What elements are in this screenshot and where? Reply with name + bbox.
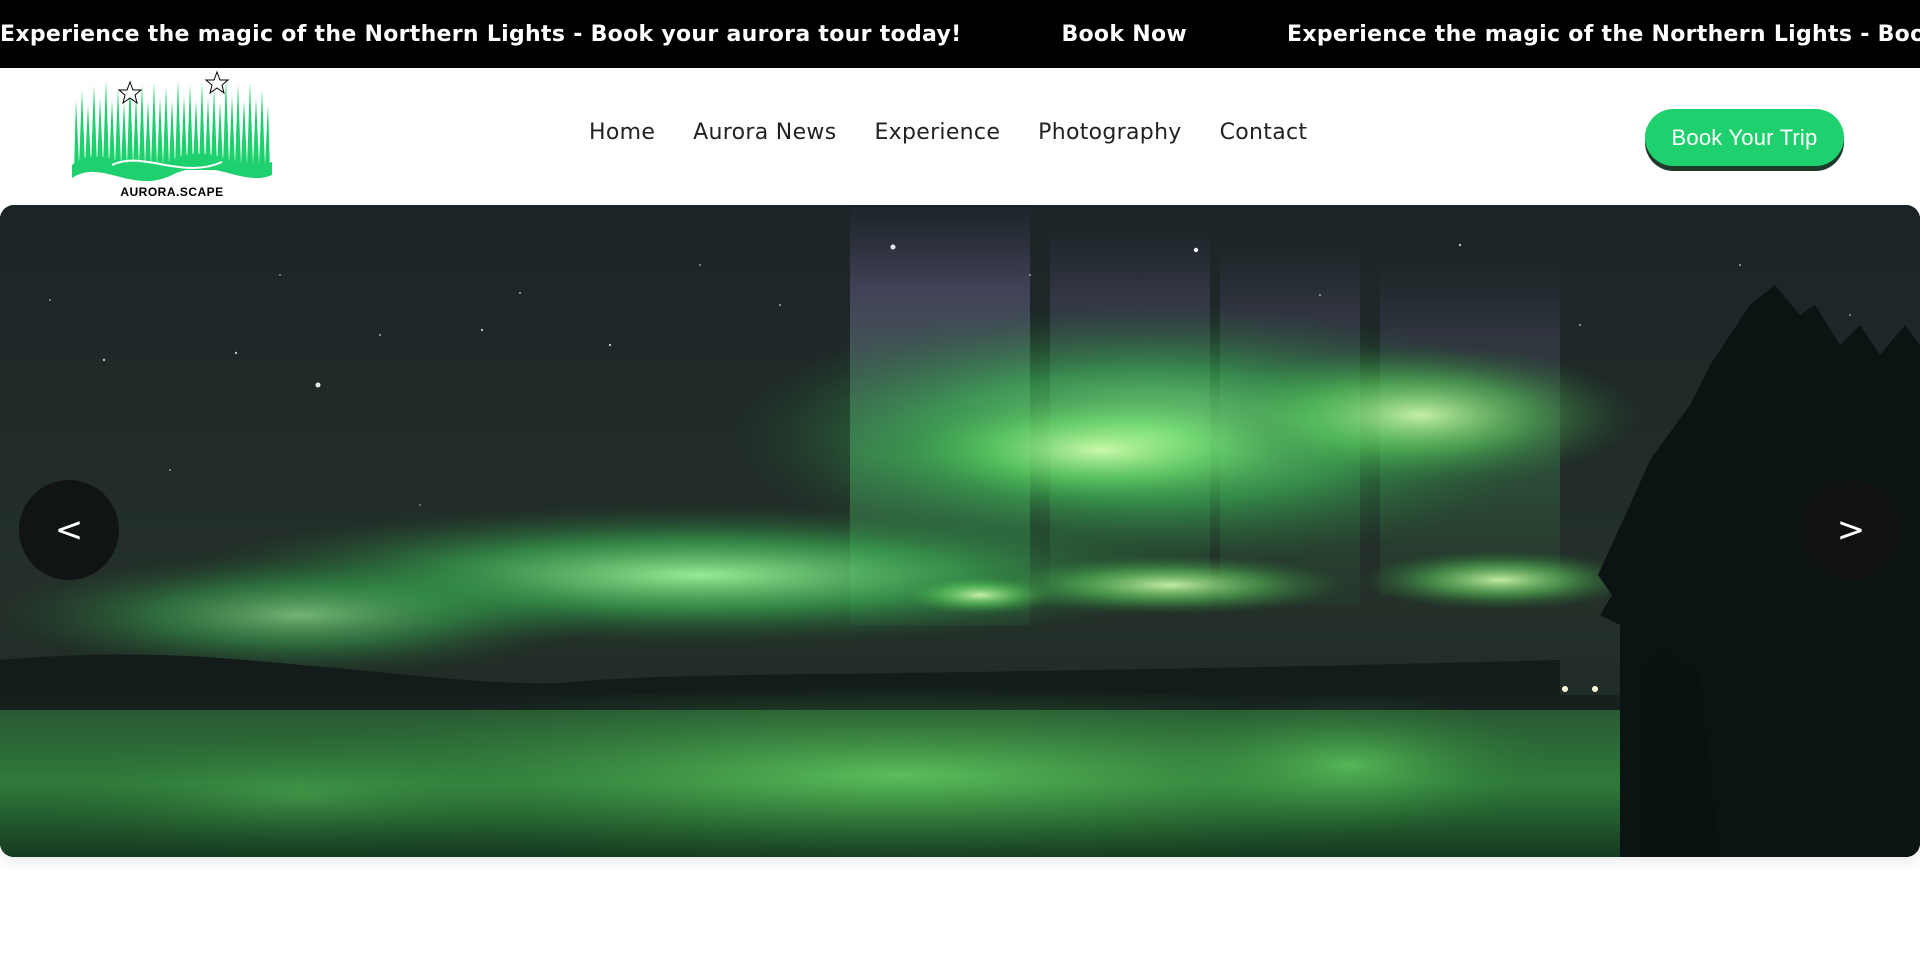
brand-logo[interactable]: AURORA.SCAPE (72, 70, 272, 200)
brand-name: AURORA.SCAPE (120, 185, 224, 199)
carousel-next-button[interactable]: > (1801, 480, 1901, 580)
site-header: AURORA.SCAPE Home Aurora News Experience… (0, 68, 1920, 205)
announcement-book-now-link[interactable]: Book Now (1061, 22, 1187, 47)
nav-item-home[interactable]: Home (589, 120, 655, 145)
carousel-prev-button[interactable]: < (19, 480, 119, 580)
announcement-message: Experience the magic of the Northern Lig… (0, 21, 962, 47)
announcement-message-repeat: Experience the magic of the Northern Lig… (1287, 21, 1920, 47)
aurora-logo-icon (72, 70, 272, 182)
book-your-trip-button[interactable]: Book Your Trip (1645, 109, 1844, 166)
nav-item-aurora-news[interactable]: Aurora News (693, 120, 836, 145)
announcement-bar: Experience the magic of the Northern Lig… (0, 0, 1920, 68)
main-nav: Home Aurora News Experience Photography … (589, 120, 1345, 145)
nav-item-photography[interactable]: Photography (1038, 120, 1181, 145)
hero-carousel: < > (0, 205, 1920, 857)
aurora-landscape-image (0, 205, 1920, 857)
nav-item-experience[interactable]: Experience (874, 120, 1000, 145)
nav-item-contact[interactable]: Contact (1220, 120, 1308, 145)
announcement-track: Experience the magic of the Northern Lig… (0, 0, 1920, 68)
